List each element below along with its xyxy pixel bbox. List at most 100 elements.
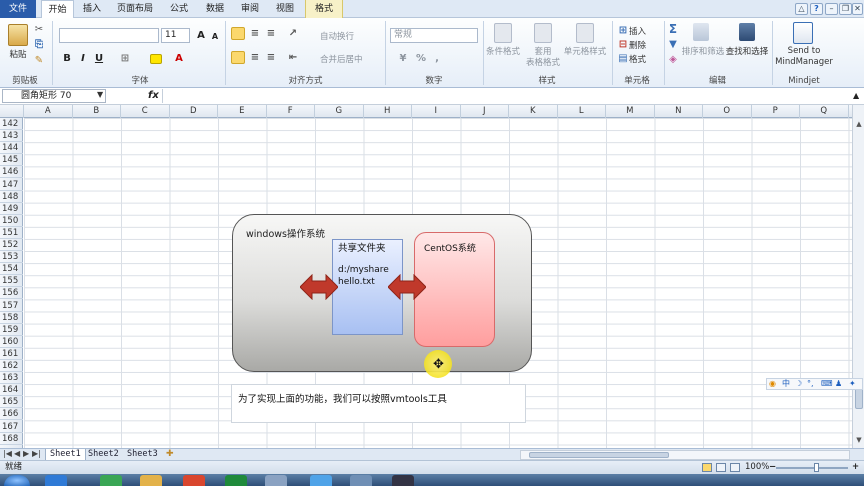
close-window-icon[interactable]: ✕: [852, 3, 863, 15]
taskbar-app-icon[interactable]: [100, 475, 122, 486]
minimize-window-icon[interactable]: –: [825, 3, 838, 15]
merge-center-button[interactable]: 合并后居中: [320, 53, 363, 65]
format-painter-icon[interactable]: ✎: [32, 54, 46, 67]
delete-cells-button[interactable]: 删除: [629, 39, 646, 51]
row-header[interactable]: 144: [0, 142, 23, 155]
cell-styles-icon[interactable]: [576, 23, 594, 43]
format-cells-icon[interactable]: ▤: [616, 52, 630, 65]
tab-view[interactable]: 视图: [269, 0, 301, 18]
column-header[interactable]: B: [73, 105, 121, 118]
centos-system-shape[interactable]: CentOS系统: [414, 232, 495, 347]
taskbar-media-icon[interactable]: [183, 475, 205, 486]
vertical-scrollbar[interactable]: ▲ ▼: [852, 105, 864, 448]
restore-window-icon[interactable]: ❐: [839, 3, 852, 15]
ime-user-icon[interactable]: ♟: [835, 379, 842, 389]
row-header[interactable]: 156: [0, 287, 23, 300]
ime-moon-icon[interactable]: ☽: [795, 379, 802, 389]
ime-settings-icon[interactable]: ✦: [849, 379, 856, 389]
italic-button[interactable]: I: [76, 52, 90, 65]
formula-input[interactable]: [162, 89, 850, 103]
clear-icon[interactable]: ◈: [666, 53, 680, 66]
ime-mode[interactable]: 中: [782, 379, 790, 389]
taskbar-app-icon[interactable]: [392, 475, 414, 486]
row-header[interactable]: 157: [0, 300, 23, 312]
tab-page-layout[interactable]: 页面布局: [112, 0, 158, 18]
row-header[interactable]: 142: [0, 118, 23, 130]
align-center-icon[interactable]: ≡: [248, 51, 262, 64]
fill-icon[interactable]: ▼: [666, 38, 680, 51]
sheet-nav-first-icon[interactable]: |◀: [3, 449, 12, 458]
font-size-dropdown[interactable]: 11: [161, 28, 190, 43]
delete-cells-icon[interactable]: ⊟: [616, 38, 630, 51]
send-to-label[interactable]: Send to: [778, 46, 830, 56]
column-header[interactable]: L: [558, 105, 606, 118]
horizontal-scroll-thumb[interactable]: [529, 452, 669, 458]
row-header[interactable]: 167: [0, 421, 23, 433]
column-header[interactable]: K: [509, 105, 558, 118]
format-cells-button[interactable]: 格式: [629, 53, 646, 65]
currency-icon[interactable]: ¥: [396, 52, 410, 65]
find-select-button[interactable]: 查找和选择: [724, 45, 770, 57]
border-icon[interactable]: ⊞: [118, 52, 132, 65]
font-color-icon[interactable]: A: [172, 52, 186, 65]
column-header[interactable]: D: [170, 105, 218, 118]
top-align-icon[interactable]: [231, 27, 245, 40]
tab-formulas[interactable]: 公式: [163, 0, 195, 18]
row-header[interactable]: 165: [0, 396, 23, 409]
column-header[interactable]: H: [364, 105, 412, 118]
column-header[interactable]: I: [412, 105, 461, 118]
conditional-format-button[interactable]: 条件格式: [485, 45, 521, 57]
row-header[interactable]: 155: [0, 275, 23, 288]
taskbar-app-icon[interactable]: [265, 475, 287, 486]
row-header[interactable]: 163: [0, 372, 23, 385]
column-header[interactable]: P: [752, 105, 800, 118]
number-format-dropdown[interactable]: 常规: [390, 28, 478, 43]
row-header[interactable]: 147: [0, 179, 23, 191]
namebox-dropdown-icon[interactable]: ▼: [97, 90, 103, 99]
mindmanager-label[interactable]: MindManager: [774, 57, 834, 67]
help-icon[interactable]: ?: [810, 3, 823, 15]
name-box[interactable]: 圆角矩形 70: [2, 89, 106, 103]
sheet-nav-last-icon[interactable]: ▶|: [32, 449, 41, 458]
row-header[interactable]: 150: [0, 215, 23, 227]
wrap-text-button[interactable]: 自动换行: [320, 30, 354, 42]
indent-icon[interactable]: ⇤: [286, 51, 300, 64]
row-header[interactable]: 168: [0, 433, 23, 445]
ime-toolbar[interactable]: ◉ 中 ☽ °, ⌨ ♟ ✦: [766, 378, 863, 390]
ime-logo-icon[interactable]: ◉: [769, 379, 776, 389]
font-name-dropdown[interactable]: [59, 28, 159, 43]
tab-file[interactable]: 文件: [0, 0, 36, 18]
sort-filter-button[interactable]: 排序和筛选: [680, 45, 726, 57]
column-header[interactable]: N: [655, 105, 703, 118]
column-header[interactable]: E: [218, 105, 267, 118]
ime-keyboard-icon[interactable]: ⌨: [821, 379, 833, 389]
cell-styles-button[interactable]: 单元格样式: [562, 45, 608, 57]
mindmanager-icon[interactable]: [793, 22, 813, 44]
row-header[interactable]: 164: [0, 384, 23, 397]
sort-filter-icon[interactable]: [693, 23, 709, 41]
column-header[interactable]: F: [267, 105, 315, 118]
row-header[interactable]: 159: [0, 324, 23, 336]
sheet-nav-next-icon[interactable]: ▶: [23, 449, 29, 458]
conditional-format-icon[interactable]: [494, 23, 512, 43]
tab-insert[interactable]: 插入: [76, 0, 108, 18]
grow-font-icon[interactable]: A: [194, 29, 208, 42]
comma-button[interactable]: ,: [430, 52, 444, 65]
ime-punct-icon[interactable]: °,: [807, 379, 814, 389]
orientation-icon[interactable]: ↗: [286, 27, 300, 40]
tab-data[interactable]: 数据: [199, 0, 231, 18]
bottom-align-icon[interactable]: ≡: [264, 27, 278, 40]
row-header[interactable]: 152: [0, 239, 23, 251]
scroll-up-icon[interactable]: ▲: [854, 119, 864, 129]
taskbar-app-icon[interactable]: [350, 475, 372, 486]
page-break-view-icon[interactable]: [730, 463, 740, 472]
caption-textbox[interactable]: 为了实现上面的功能，我们可以按照vmtools工具: [231, 384, 526, 423]
percent-button[interactable]: %: [414, 52, 428, 65]
taskbar-folder-icon[interactable]: [140, 475, 162, 486]
expand-formula-icon[interactable]: ▲: [853, 91, 859, 100]
row-header[interactable]: 148: [0, 191, 23, 203]
copy-icon[interactable]: ⎘: [32, 38, 46, 51]
row-header[interactable]: 145: [0, 154, 23, 167]
right-double-arrow[interactable]: [388, 274, 426, 300]
row-header[interactable]: 143: [0, 130, 23, 143]
